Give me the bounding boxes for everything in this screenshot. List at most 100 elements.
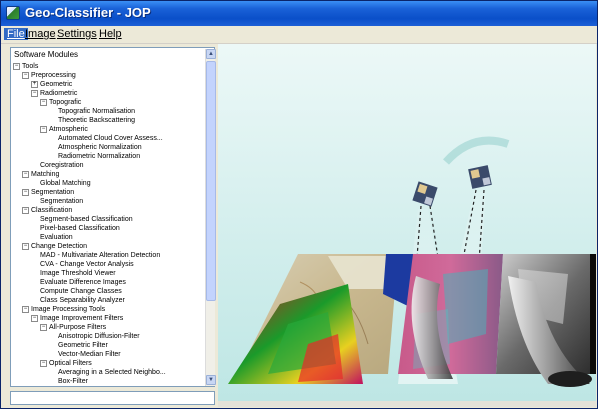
satellite-right [468, 165, 492, 189]
tree-item-label: Preprocessing [31, 72, 76, 79]
window-title: Geo-Classifier - JOP [25, 5, 151, 20]
tree-item[interactable]: CVA - Change Vector Analysis [31, 260, 134, 269]
panel-title: Software Modules [14, 50, 79, 59]
tree-item[interactable]: − Segmentation [22, 188, 74, 197]
tree-item[interactable]: − Matching [22, 170, 59, 179]
tree-item-label: Tools [22, 63, 39, 70]
tree-item[interactable]: Topografic Normalisation [49, 107, 135, 116]
tree-item[interactable]: Evaluation [31, 233, 73, 242]
viewport-scene [218, 44, 596, 406]
tree-collapse-icon[interactable]: − [13, 63, 20, 70]
tree-item[interactable]: − Tools [13, 62, 38, 71]
tree-collapse-icon[interactable]: − [22, 243, 29, 250]
tree-item[interactable]: − Preprocessing [22, 71, 76, 80]
module-tree: − Tools − Preprocessing + Geometric − Radiometr… [13, 62, 205, 385]
tree-scrollbar[interactable]: ▲ ▼ [205, 49, 216, 386]
tree-item[interactable]: − Change Detection [22, 242, 87, 251]
tree-item[interactable]: + Geometric [31, 80, 72, 89]
tree-item[interactable]: Box-Filter [49, 377, 88, 385]
tree-item[interactable]: Geometric Filter [49, 341, 108, 350]
tree-item[interactable]: − All-Purpose Filters [40, 323, 106, 332]
tree-item[interactable]: − Image Improvement Filters [31, 314, 123, 323]
tree-item-label: Anisotropic Diffusion-Filter [58, 333, 140, 340]
tree-item[interactable]: Image Threshold Viewer [31, 269, 116, 278]
tree-item-label: Segmentation [31, 189, 75, 196]
menu-bar: File Image Settings Help [1, 26, 597, 44]
tree-item[interactable]: Evaluate Difference Images [31, 278, 126, 287]
tree-item-label: Atmospheric Normalization [58, 144, 142, 151]
tree-item[interactable]: Automated Cloud Cover Assess... [49, 134, 163, 143]
scrollbar-thumb[interactable] [206, 61, 216, 301]
tree-item-label: Topografic Normalisation [58, 108, 136, 115]
tree-expand-icon[interactable]: + [31, 81, 38, 88]
tree-collapse-icon[interactable]: − [22, 171, 29, 178]
title-bar[interactable]: Geo-Classifier - JOP [1, 1, 597, 26]
app-window: Geo-Classifier - JOP File Image Settings… [0, 0, 598, 409]
tree-item-label: Averaging in a Selected Neighbo... [58, 369, 166, 376]
tree-item[interactable]: Pixel-based Classification [31, 224, 120, 233]
tree-item[interactable]: Coregistration [31, 161, 84, 170]
tree-collapse-icon[interactable]: − [40, 324, 47, 331]
menu-image[interactable]: Image [25, 28, 56, 40]
tree-item-label: Vector-Median Filter [58, 351, 121, 358]
tree-item-label: Class Separability Analyzer [40, 297, 125, 304]
tree-item-label: Matching [31, 171, 60, 178]
tree-item[interactable]: Theoretic Backscattering [49, 116, 135, 125]
tree-item[interactable]: Compute Change Classes [31, 287, 122, 296]
tree-collapse-icon[interactable]: − [22, 207, 29, 214]
tree-item-label: Automated Cloud Cover Assess... [58, 135, 163, 142]
viewport-status-strip [218, 401, 596, 407]
tree-item[interactable]: Segment-based Classification [31, 215, 133, 224]
tree-item-label: Box-Filter [58, 378, 88, 385]
tree-item-label: Theoretic Backscattering [58, 117, 136, 124]
tree-item[interactable]: Anisotropic Diffusion-Filter [49, 332, 140, 341]
tree-item[interactable]: − Classification [22, 206, 72, 215]
tree-item-label: Atmospheric [49, 126, 88, 133]
tree-item-label: MAD - Multivariate Alteration Detection [40, 252, 161, 259]
tree-item-label: Compute Change Classes [40, 288, 122, 295]
tree-item-label: Pixel-based Classification [40, 225, 120, 232]
app-icon [6, 6, 20, 20]
tree-collapse-icon[interactable]: − [22, 189, 29, 196]
status-field[interactable] [10, 391, 215, 405]
tree-item-label: Change Detection [31, 243, 88, 250]
tree-collapse-icon[interactable]: − [31, 90, 38, 97]
tree-collapse-icon[interactable]: − [40, 99, 47, 106]
tree-item[interactable]: Vector-Median Filter [49, 350, 121, 359]
menu-help[interactable]: Help [99, 28, 122, 40]
tree-collapse-icon[interactable]: − [22, 306, 29, 313]
tree-collapse-icon[interactable]: − [22, 72, 29, 79]
tree-item-label: Segment-based Classification [40, 216, 133, 223]
tree-item-label: Optical Filters [49, 360, 92, 367]
tree-item-label: Global Matching [40, 180, 91, 187]
tree-item-label: Evaluation [40, 234, 73, 241]
tree-item[interactable]: − Atmospheric [40, 125, 88, 134]
tree-item[interactable]: Averaging in a Selected Neighbo... [49, 368, 166, 377]
tree-item[interactable]: Class Separability Analyzer [31, 296, 125, 305]
tree-item-label: Segmentation [40, 198, 84, 205]
tree-collapse-icon[interactable]: − [40, 126, 47, 133]
tree-item-label: Geometric Filter [58, 342, 108, 349]
tree-item-label: Evaluate Difference Images [40, 279, 126, 286]
tree-item[interactable]: − Topografic [40, 98, 81, 107]
tree-item-label: Coregistration [40, 162, 84, 169]
tree-item[interactable]: Segmentation [31, 197, 83, 206]
tree-item-label: Image Improvement Filters [40, 315, 124, 322]
tree-item[interactable]: − Radiometric [31, 89, 77, 98]
3d-viewport[interactable] [218, 44, 596, 406]
tree-item[interactable]: Global Matching [31, 179, 91, 188]
tree-item-label: CVA - Change Vector Analysis [40, 261, 134, 268]
tree-item-label: All-Purpose Filters [49, 324, 107, 331]
tree-item[interactable]: Radiometric Normalization [49, 152, 140, 161]
tree-item[interactable]: MAD - Multivariate Alteration Detection [31, 251, 160, 260]
scroll-down-arrow-icon[interactable]: ▼ [206, 375, 216, 385]
tree-item[interactable]: − Image Processing Tools [22, 305, 105, 314]
tree-collapse-icon[interactable]: − [31, 315, 38, 322]
tree-item[interactable]: − Optical Filters [40, 359, 92, 368]
tree-item-label: Image Processing Tools [31, 306, 106, 313]
menu-settings[interactable]: Settings [57, 28, 97, 40]
tree-item[interactable]: Atmospheric Normalization [49, 143, 142, 152]
tree-item-label: Geometric [40, 81, 73, 88]
tree-collapse-icon[interactable]: − [40, 360, 47, 367]
scroll-up-arrow-icon[interactable]: ▲ [206, 49, 216, 59]
